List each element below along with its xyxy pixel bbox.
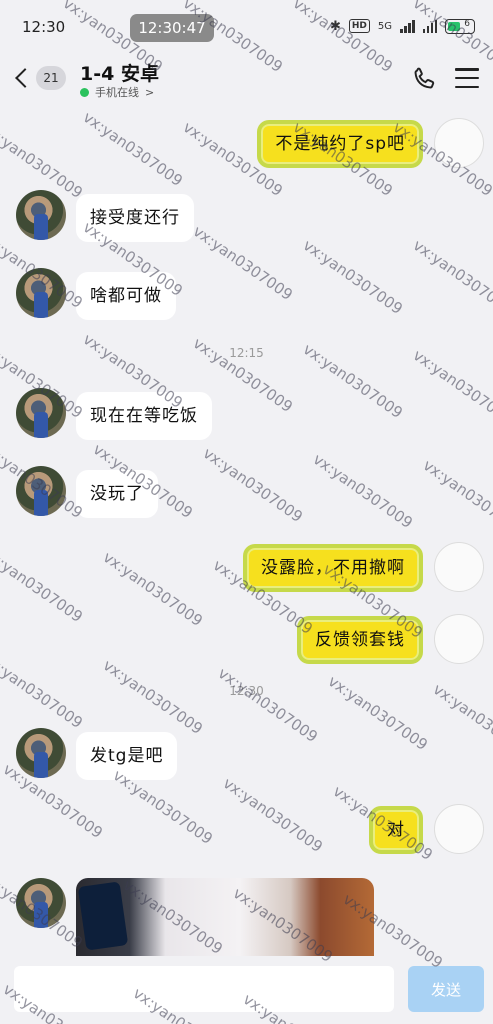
self-avatar[interactable] [434, 804, 484, 854]
message-bubble-self[interactable]: 对 [369, 806, 423, 854]
online-status[interactable]: 手机在线 > [80, 84, 154, 100]
status-icons: ✱ HD 5G 6 [330, 17, 475, 35]
message-bubble-peer[interactable]: 接受度还行 [76, 194, 194, 242]
message-bubble-self[interactable]: 不是纯约了sp吧 [257, 120, 423, 168]
time-divider: 12:30 [229, 684, 264, 698]
battery-level: 6 [464, 18, 470, 29]
message-bubble-peer[interactable]: 现在在等吃饭 [76, 392, 212, 440]
message-bubble-peer[interactable]: 没玩了 [76, 470, 158, 518]
menu-icon [455, 68, 479, 71]
time-divider: 12:15 [229, 346, 264, 360]
signal-icon [400, 19, 415, 33]
back-button[interactable]: 21 [10, 60, 72, 96]
call-button[interactable] [411, 66, 437, 92]
self-avatar[interactable] [434, 542, 484, 592]
status-time: 12:30 [22, 18, 66, 36]
message-input[interactable] [14, 966, 394, 1012]
online-status-text: 手机在线 [95, 86, 139, 99]
message-bubble-self[interactable]: 没露脸，不用撤啊 [243, 544, 423, 592]
battery-fill [448, 21, 460, 31]
message-bubble-peer[interactable]: 发tg是吧 [76, 732, 178, 780]
self-avatar[interactable] [434, 614, 484, 664]
chat-title[interactable]: 1-4 安卓 [80, 59, 159, 86]
chat-header: 21 1-4 安卓 手机在线 > [0, 56, 493, 102]
network-label: 5G [377, 20, 392, 32]
peer-avatar[interactable] [16, 268, 66, 318]
image-message[interactable] [76, 878, 374, 956]
battery-icon: 6 [445, 18, 475, 34]
unread-badge: 21 [36, 66, 66, 90]
status-bar: 12:30 12:30:47 ✱ HD 5G 6 [0, 0, 493, 56]
peer-avatar[interactable] [16, 466, 66, 516]
back-chevron-icon [15, 68, 35, 88]
online-dot-icon [80, 87, 89, 97]
peer-avatar[interactable] [16, 878, 66, 928]
bluetooth-icon: ✱ [329, 18, 341, 34]
self-avatar[interactable] [434, 118, 484, 168]
peer-avatar[interactable] [16, 388, 66, 438]
peer-avatar[interactable] [16, 728, 66, 778]
input-bar: 发送 [0, 956, 493, 1024]
chevron-right-icon: > [145, 85, 155, 99]
hd-badge: HD [348, 19, 370, 33]
menu-button[interactable] [455, 68, 479, 88]
peer-avatar[interactable] [16, 190, 66, 240]
phone-icon [414, 67, 435, 89]
clock-chip: 12:30:47 [130, 14, 214, 42]
message-bubble-peer[interactable]: 啥都可做 [76, 272, 176, 320]
chat-area[interactable]: 不是纯约了sp吧 接受度还行 啥都可做 12:15 现在在等吃饭 没玩了 没露脸… [0, 102, 493, 956]
signal-icon-2 [422, 19, 437, 33]
image-content [77, 881, 129, 951]
send-button[interactable]: 发送 [408, 966, 484, 1012]
message-bubble-self[interactable]: 反馈领套钱 [297, 616, 423, 664]
